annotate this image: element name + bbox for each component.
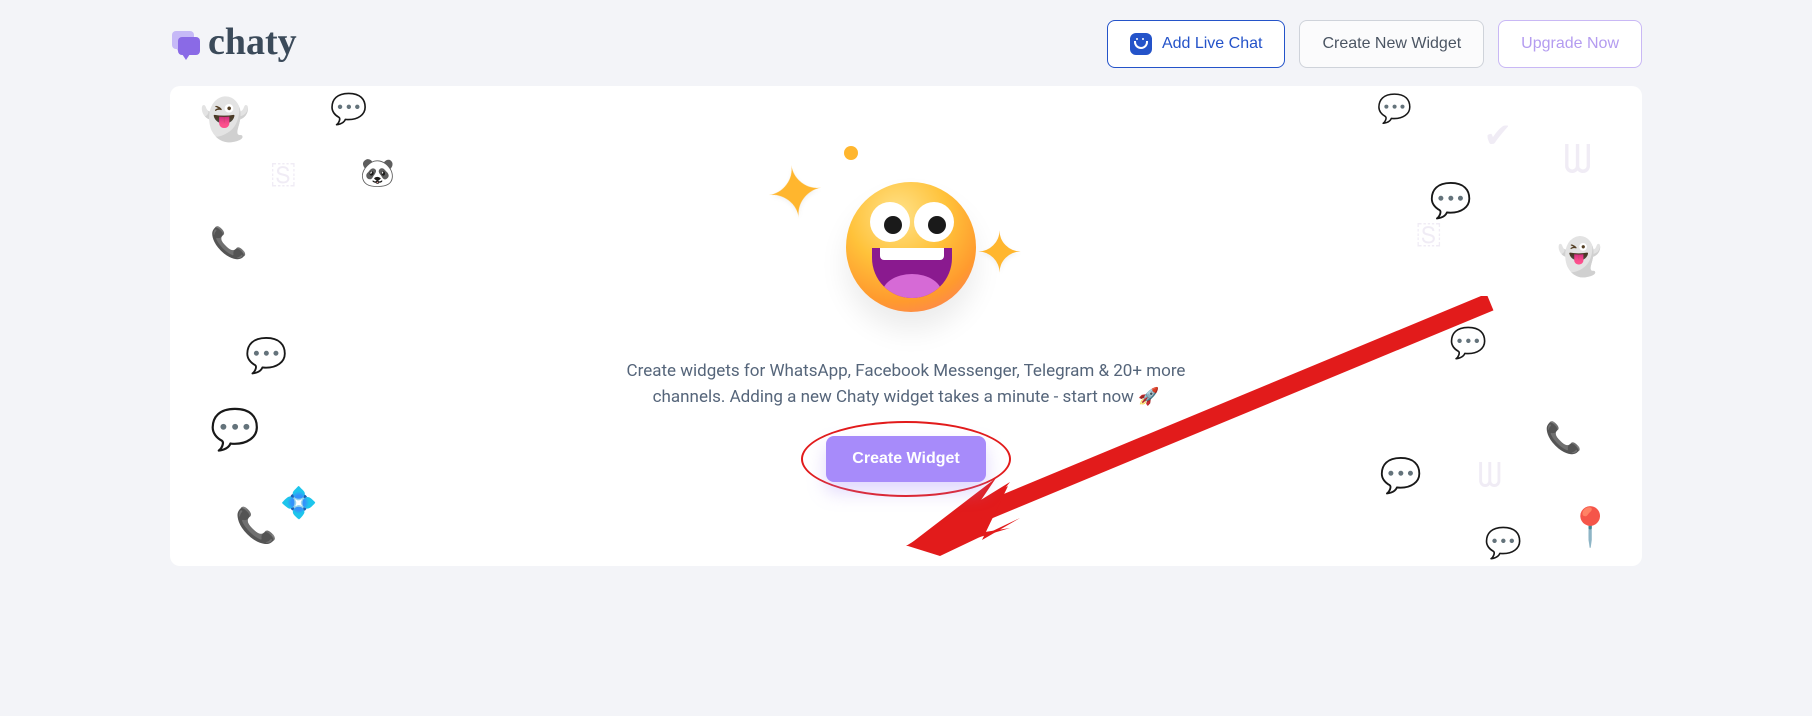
empty-state-description: Create widgets for WhatsApp, Facebook Me… [596,358,1216,411]
sparkle-dot-icon [844,146,858,160]
create-widget-button[interactable]: Create Widget [826,436,985,482]
upgrade-label: Upgrade Now [1521,35,1619,53]
smiley-emoji-icon [846,182,976,312]
brand-name: chaty [208,23,297,61]
create-new-widget-label: Create New Widget [1322,35,1461,53]
upgrade-button[interactable]: Upgrade Now [1498,20,1642,68]
chat-icon [1130,33,1152,55]
header-actions: Add Live Chat Create New Widget Upgrade … [1107,20,1642,68]
create-widget-label: Create Widget [852,450,959,467]
add-live-chat-button[interactable]: Add Live Chat [1107,20,1286,68]
header: chaty Add Live Chat Create New Widget Up… [170,14,1642,74]
hero-illustration: ✦ ✦ [776,152,1036,352]
add-live-chat-label: Add Live Chat [1162,35,1263,53]
empty-state-card: 👻 💬 🇸 📞 🐼 💬 💬 💠 📞 💬 ✔ ᗯ 💬 🇸 👻 💬 📞 💬 ᗯ 📍 … [170,86,1642,566]
brand-logo: chaty [170,25,297,63]
logo-icon [170,29,200,59]
create-new-widget-button[interactable]: Create New Widget [1299,20,1484,68]
sparkle-icon: ✦ [761,148,831,238]
sparkle-icon: ✦ [976,220,1023,286]
cta-container: Create Widget [826,436,985,482]
